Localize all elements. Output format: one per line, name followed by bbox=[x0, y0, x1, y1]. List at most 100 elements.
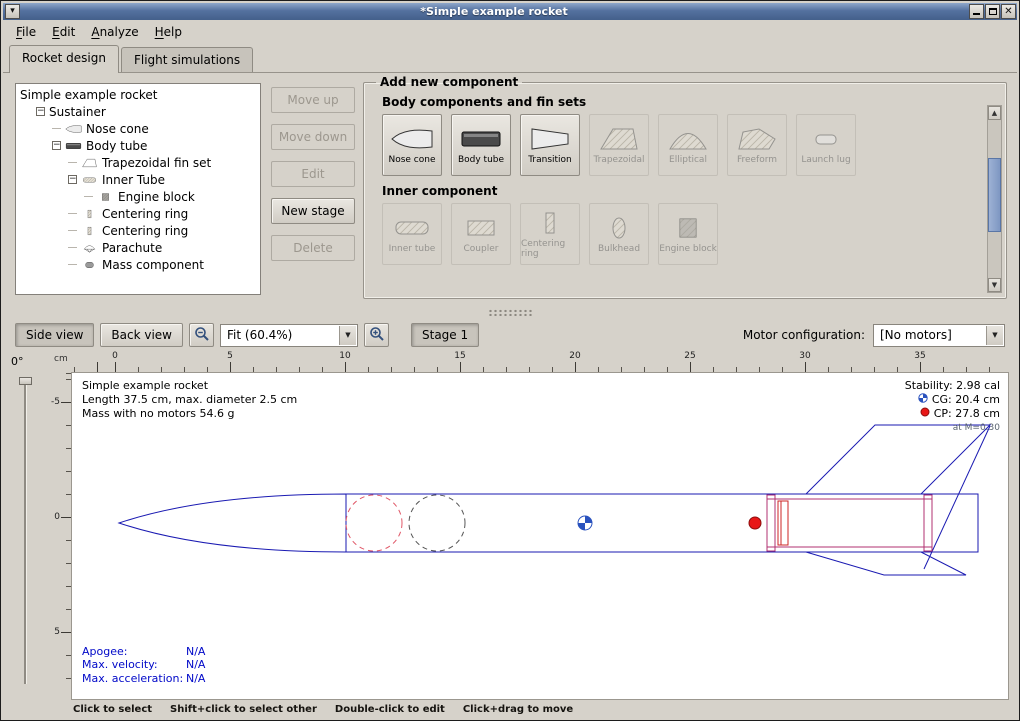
max-velocity-label: Max. velocity: bbox=[82, 658, 186, 672]
body-tube-shape[interactable] bbox=[346, 494, 978, 552]
new-stage-button[interactable]: New stage bbox=[271, 198, 355, 224]
menu-help[interactable]: Help bbox=[148, 22, 189, 42]
tree-item-label: Engine block bbox=[118, 190, 195, 204]
motor-configuration-value: [No motors] bbox=[880, 328, 952, 342]
mass-component-shape[interactable] bbox=[409, 495, 465, 551]
scroll-up-arrow-icon[interactable]: ▲ bbox=[988, 106, 1001, 120]
max-acceleration-value: N/A bbox=[186, 672, 205, 686]
close-button[interactable]: ✕ bbox=[1001, 4, 1016, 19]
tree-item-parachute[interactable]: Parachute bbox=[16, 239, 260, 256]
fin-bottom-shape[interactable] bbox=[806, 552, 966, 575]
tree-item-trapezoidal-fin-set[interactable]: Trapezoidal fin set bbox=[16, 154, 260, 171]
parachute-icon bbox=[81, 243, 98, 253]
hint-double-click: Double-click to edit bbox=[335, 704, 445, 715]
add-body-tube-button[interactable]: Body tube bbox=[451, 114, 511, 176]
window-menu-button[interactable]: ▾ bbox=[5, 4, 20, 19]
tree-item-body-tube[interactable]: − Body tube bbox=[16, 137, 260, 154]
tree-item-inner-tube[interactable]: − Inner Tube bbox=[16, 171, 260, 188]
tab-rocket-design[interactable]: Rocket design bbox=[9, 45, 119, 73]
component-button-label: Launch lug bbox=[801, 155, 850, 165]
inner-tube-shape[interactable] bbox=[767, 499, 932, 547]
finset-icon bbox=[81, 158, 98, 168]
back-view-button[interactable]: Back view bbox=[100, 323, 183, 347]
maximize-button[interactable] bbox=[985, 4, 1000, 19]
fin-top-shape[interactable] bbox=[806, 425, 990, 494]
hint-click-drag: Click+drag to move bbox=[463, 704, 573, 715]
stage-1-toggle[interactable]: Stage 1 bbox=[411, 323, 479, 347]
add-coupler-button: Coupler bbox=[451, 203, 511, 265]
tree-expander-icon[interactable]: − bbox=[68, 175, 77, 184]
tree-item-engine-block[interactable]: Engine block bbox=[16, 188, 260, 205]
rocket-canvas[interactable]: Simple example rocket Length 37.5 cm, ma… bbox=[71, 372, 1009, 700]
tree-item-mass-component[interactable]: Mass component bbox=[16, 256, 260, 273]
scroll-down-arrow-icon[interactable]: ▼ bbox=[988, 278, 1001, 292]
tree-item-sustainer[interactable]: −Sustainer bbox=[16, 103, 260, 120]
ruler-tick-label: -5 bbox=[51, 397, 60, 407]
rocket-figure-area: 0° cm 05101520253035 -505 bbox=[3, 351, 1017, 700]
add-nose-cone-button[interactable]: Nose cone bbox=[382, 114, 442, 176]
zoom-value: Fit (60.4%) bbox=[227, 328, 292, 342]
component-button-label: Nose cone bbox=[388, 155, 435, 165]
add-component-title: Add new component bbox=[376, 75, 522, 89]
tree-item-centering-ring[interactable]: Centering ring bbox=[16, 205, 260, 222]
view-toolbar: Side view Back view Fit (60.4%) ▼ Stage … bbox=[3, 319, 1017, 351]
scrollbar-thumb[interactable] bbox=[988, 158, 1001, 232]
centeringring-icon bbox=[81, 209, 98, 219]
status-bar: Click to select Shift+click to select ot… bbox=[3, 700, 1017, 718]
menu-analyze[interactable]: Analyze bbox=[84, 22, 145, 42]
tree-item-simple-example-rocket[interactable]: Simple example rocket bbox=[16, 86, 260, 103]
side-view-button[interactable]: Side view bbox=[15, 323, 94, 347]
tab-bar: Rocket design Flight simulations bbox=[3, 44, 1017, 73]
cg-symbol bbox=[578, 516, 592, 530]
tab-flight-simulations[interactable]: Flight simulations bbox=[121, 47, 253, 73]
rotation-slider-handle[interactable] bbox=[19, 377, 32, 385]
section-label: Body components and fin sets bbox=[382, 95, 982, 109]
parachute-shape[interactable] bbox=[346, 495, 402, 551]
cg-value: CG: 20.4 cm bbox=[932, 393, 1000, 407]
vertical-scrollbar[interactable]: ▲ ▼ bbox=[987, 105, 1002, 293]
tree-item-label: Body tube bbox=[86, 139, 147, 153]
centering-ring-shape[interactable] bbox=[924, 495, 932, 551]
motor-configuration-select[interactable]: [No motors] ▼ bbox=[873, 324, 1005, 347]
tree-item-centering-ring[interactable]: Centering ring bbox=[16, 222, 260, 239]
add-launch-lug-button: Launch lug bbox=[796, 114, 856, 176]
window-title: *Simple example rocket bbox=[20, 4, 968, 19]
zoom-in-button[interactable] bbox=[364, 323, 389, 347]
chevron-down-icon[interactable]: ▼ bbox=[986, 326, 1003, 345]
tree-item-label: Inner Tube bbox=[102, 173, 165, 187]
add-trapezoidal-button: Trapezoidal bbox=[589, 114, 649, 176]
component-button-label: Freeform bbox=[737, 155, 777, 165]
component-button-label: Trapezoidal bbox=[593, 155, 644, 165]
add-transition-button[interactable]: Transition bbox=[520, 114, 580, 176]
centering-ring-shape[interactable] bbox=[767, 495, 775, 551]
tree-expander-icon[interactable]: − bbox=[36, 107, 45, 116]
engineblock-icon bbox=[666, 215, 710, 241]
ruler-tick-label: 15 bbox=[454, 351, 465, 361]
tree-item-label: Sustainer bbox=[49, 105, 106, 119]
minimize-button[interactable] bbox=[969, 4, 984, 19]
chevron-down-icon[interactable]: ▼ bbox=[339, 326, 356, 345]
zoom-select[interactable]: Fit (60.4%) ▼ bbox=[220, 324, 358, 347]
transition-icon bbox=[528, 126, 572, 152]
ruler-tick-label: 35 bbox=[914, 351, 925, 361]
bulkhead-icon bbox=[597, 215, 641, 241]
ruler-tick-label: 0 bbox=[54, 512, 60, 522]
component-button-label: Elliptical bbox=[669, 155, 707, 165]
rotation-slider[interactable] bbox=[24, 377, 27, 684]
menu-file[interactable]: File bbox=[9, 22, 43, 42]
component-tree[interactable]: Simple example rocket−SustainerNose cone… bbox=[15, 83, 261, 295]
tree-item-nose-cone[interactable]: Nose cone bbox=[16, 120, 260, 137]
tree-guide-line bbox=[68, 162, 77, 163]
menu-edit[interactable]: Edit bbox=[45, 22, 82, 42]
minimize-icon bbox=[973, 8, 980, 15]
panel-splitter[interactable] bbox=[3, 305, 1017, 319]
zoom-out-button[interactable] bbox=[189, 323, 214, 347]
bodytube-icon bbox=[65, 141, 82, 151]
nose-cone-shape[interactable] bbox=[119, 494, 346, 552]
cp-symbol bbox=[749, 517, 761, 529]
ruler-tick-label: 5 bbox=[227, 351, 233, 361]
tree-guide-line bbox=[52, 128, 61, 129]
ruler-tick-label: 30 bbox=[799, 351, 810, 361]
engine-block-shape[interactable] bbox=[778, 501, 788, 545]
tree-expander-icon[interactable]: − bbox=[52, 141, 61, 150]
